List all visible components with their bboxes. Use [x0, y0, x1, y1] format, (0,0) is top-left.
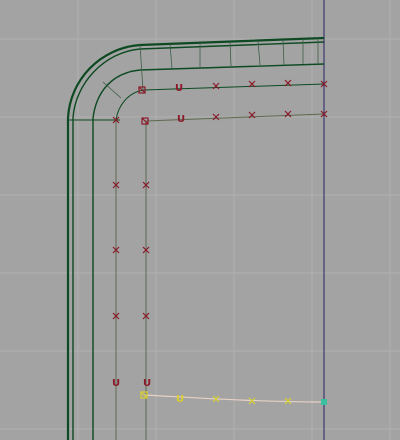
cv-endpoint-marker[interactable]	[321, 399, 327, 405]
viewport-scene[interactable]: U U U U U	[0, 0, 400, 440]
inner-curve-2[interactable]	[145, 113, 325, 395]
u-direction-label: U	[176, 394, 184, 405]
frame-edge-3[interactable]	[92, 63, 325, 440]
x-mark-icon[interactable]	[284, 110, 292, 118]
frame-outer-edge[interactable]	[66, 36, 325, 440]
u-direction-label: U	[112, 378, 120, 389]
frame-inner-edge[interactable]	[115, 83, 325, 121]
cv-markers-upper[interactable]	[138, 79, 328, 94]
frame-surface[interactable]	[66, 36, 325, 440]
cv-markers-vertical[interactable]	[112, 181, 150, 320]
cv-markers-selected[interactable]	[140, 391, 292, 405]
frame-edge-2[interactable]	[72, 41, 325, 440]
modeling-viewport[interactable]: U U U U U	[0, 0, 400, 440]
isoparm-line	[102, 81, 122, 99]
isoparm-line	[139, 44, 144, 91]
u-direction-label: U	[177, 114, 185, 125]
profile-curves[interactable]	[115, 113, 325, 440]
u-direction-label: U	[143, 378, 151, 389]
u-direction-label: U	[175, 83, 183, 94]
